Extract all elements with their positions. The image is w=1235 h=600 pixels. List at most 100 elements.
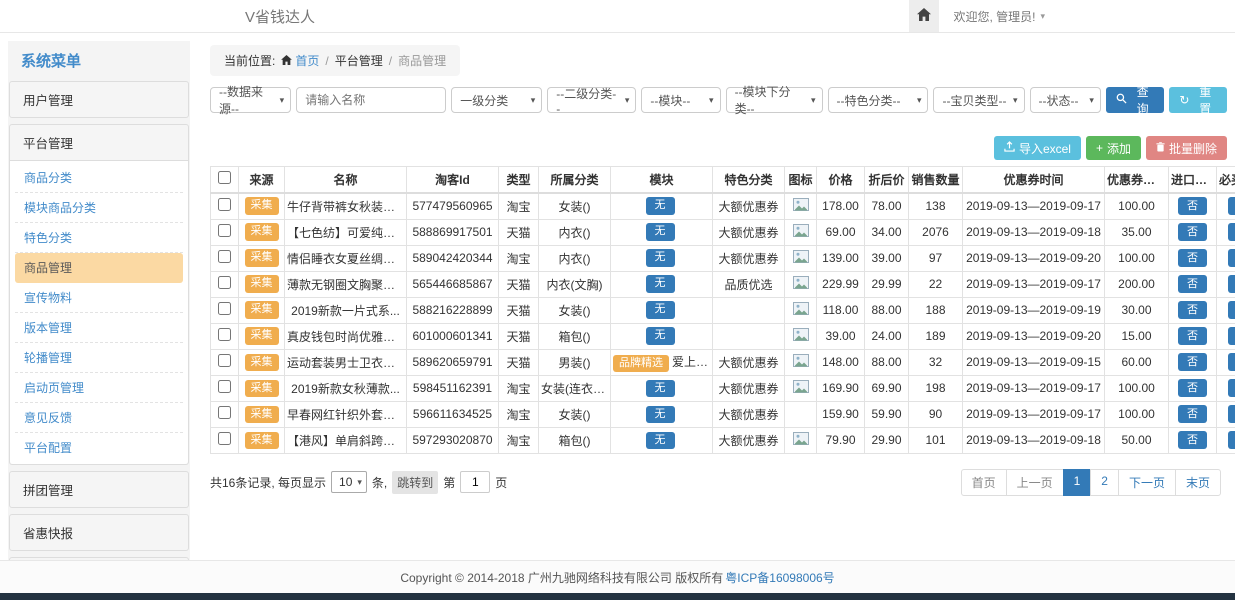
import-excel-button[interactable]: 导入excel	[994, 136, 1081, 160]
filter-level1-select[interactable]: 一级分类 ▾	[451, 87, 542, 113]
sidebar-item-platform[interactable]: 平台管理	[10, 125, 188, 160]
sidebar-item-feature-category[interactable]: 特色分类	[15, 223, 183, 253]
filter-level1-value: 一级分类	[460, 92, 508, 109]
add-button[interactable]: + 添加	[1086, 136, 1141, 160]
filter-module-select[interactable]: --模块-- ▾	[641, 87, 720, 113]
row-checkbox[interactable]	[218, 432, 231, 445]
caret-down-icon: ▾	[917, 95, 922, 106]
search-button[interactable]: 查询	[1106, 87, 1165, 113]
import-opt-toggle[interactable]: 否	[1178, 223, 1207, 241]
bottom-bar	[0, 593, 1235, 600]
pager-first[interactable]: 首页	[961, 469, 1007, 496]
filter-source-select[interactable]: --数据来源-- ▾	[210, 87, 291, 113]
must-buy-toggle[interactable]: 否	[1228, 249, 1235, 267]
taoke-id: 588216228899	[407, 297, 499, 323]
pager-next[interactable]: 下一页	[1118, 469, 1176, 496]
import-opt-toggle[interactable]: 否	[1178, 379, 1207, 397]
product-name: 早春网红针织外套女春...	[285, 401, 407, 427]
import-opt-toggle[interactable]: 否	[1178, 249, 1207, 267]
must-buy-toggle[interactable]: 否	[1228, 431, 1235, 449]
coupon-amount: 100.00	[1105, 375, 1169, 401]
filter-item-type-select[interactable]: --宝贝类型-- ▾	[933, 87, 1024, 113]
discount-price: 39.00	[865, 245, 909, 271]
sidebar-item-groupbuy[interactable]: 拼团管理	[10, 472, 188, 507]
coupon-time: 2019-09-13—2019-09-20	[963, 323, 1105, 349]
sidebar-item-module-product-category[interactable]: 模块商品分类	[15, 193, 183, 223]
import-opt-toggle[interactable]: 否	[1178, 301, 1207, 319]
feature-category: 大额优惠券	[713, 427, 785, 453]
pager-last[interactable]: 末页	[1175, 469, 1221, 496]
table-row: 采集 2019新款一片式系... 588216228899 天猫 女装() 无 …	[211, 297, 1235, 323]
name-search-input[interactable]	[296, 87, 446, 113]
must-buy-toggle[interactable]: 否	[1228, 327, 1235, 345]
row-checkbox[interactable]	[218, 224, 231, 237]
sales-count: 138	[909, 193, 963, 220]
must-buy-toggle[interactable]: 否	[1228, 379, 1235, 397]
product-category: 内衣()	[539, 219, 611, 245]
per-page-select[interactable]: 10 ▾	[331, 471, 367, 493]
breadcrumb-home-link[interactable]: 首页	[281, 52, 319, 69]
row-checkbox[interactable]	[218, 198, 231, 211]
row-checkbox[interactable]	[218, 328, 231, 341]
sidebar-item-platform-config[interactable]: 平台配置	[15, 433, 183, 462]
import-opt-toggle[interactable]: 否	[1178, 327, 1207, 345]
must-buy-toggle[interactable]: 否	[1228, 301, 1235, 319]
import-opt-toggle[interactable]: 否	[1178, 353, 1207, 371]
must-buy-toggle[interactable]: 否	[1228, 353, 1235, 371]
sidebar-group-groupbuy: 拼团管理	[9, 471, 189, 508]
discount-price: 34.00	[865, 219, 909, 245]
pager-page-1[interactable]: 1	[1063, 469, 1092, 496]
product-category: 女装()	[539, 297, 611, 323]
sidebar-item-promo-material[interactable]: 宣传物料	[15, 283, 183, 313]
must-buy-toggle[interactable]: 否	[1228, 275, 1235, 293]
module-badge: 无	[646, 223, 675, 240]
source-cell: 采集	[239, 271, 285, 297]
filter-status-select[interactable]: --状态-- ▾	[1030, 87, 1101, 113]
home-button[interactable]	[909, 0, 939, 32]
row-checkbox[interactable]	[218, 276, 231, 289]
home-icon	[917, 8, 931, 24]
module-badge: 无	[646, 406, 675, 423]
must-buy-toggle[interactable]: 否	[1228, 197, 1235, 215]
sidebar-item-carousel-management[interactable]: 轮播管理	[15, 343, 183, 373]
row-checkbox[interactable]	[218, 354, 231, 367]
table-row: 采集 早春网红针织外套女春... 596611634525 淘宝 女装() 无 …	[211, 401, 1235, 427]
welcome-text: 欢迎您, 管理员!	[953, 8, 1035, 25]
batch-delete-button[interactable]: 批量删除	[1146, 136, 1227, 160]
filter-module-sub-select[interactable]: --模块下分类-- ▾	[726, 87, 823, 113]
jump-button[interactable]: 跳转到	[392, 471, 438, 494]
sidebar-item-feedback[interactable]: 意见反馈	[15, 403, 183, 433]
import-opt-toggle[interactable]: 否	[1178, 197, 1207, 215]
must-buy-toggle[interactable]: 否	[1228, 223, 1235, 241]
discount-price: 59.90	[865, 401, 909, 427]
module-cell: 无	[611, 271, 713, 297]
sidebar-item-users[interactable]: 用户管理	[10, 82, 188, 117]
must-buy-toggle[interactable]: 否	[1228, 405, 1235, 423]
source-badge: 采集	[245, 380, 279, 397]
filter-level2-select[interactable]: --二级分类-- ▾	[547, 87, 636, 113]
pager-page-2[interactable]: 2	[1090, 469, 1119, 496]
sidebar-item-splash-management[interactable]: 启动页管理	[15, 373, 183, 403]
row-checkbox[interactable]	[218, 406, 231, 419]
sidebar-item-product-category[interactable]: 商品分类	[15, 163, 183, 193]
row-checkbox[interactable]	[218, 250, 231, 263]
discount-price: 29.90	[865, 427, 909, 453]
sidebar-item-version-management[interactable]: 版本管理	[15, 313, 183, 343]
import-opt-toggle[interactable]: 否	[1178, 431, 1207, 449]
sidebar-item-product-management[interactable]: 商品管理	[15, 253, 183, 283]
select-all-checkbox[interactable]	[218, 171, 231, 184]
sidebar-item-express[interactable]: 省惠快报	[10, 515, 188, 550]
user-menu[interactable]: 欢迎您, 管理员! ▾	[939, 0, 1235, 32]
row-checkbox[interactable]	[218, 302, 231, 315]
source-cell: 采集	[239, 245, 285, 271]
row-checkbox-cell	[211, 323, 239, 349]
filter-feature-select[interactable]: --特色分类-- ▾	[828, 87, 929, 113]
jump-page-input[interactable]	[460, 471, 490, 493]
import-opt-toggle[interactable]: 否	[1178, 405, 1207, 423]
icp-link[interactable]: 粤ICP备16098006号	[725, 569, 834, 586]
reset-button[interactable]: ↻ 重置	[1169, 87, 1227, 113]
taoke-id: 598451162391	[407, 375, 499, 401]
import-opt-toggle[interactable]: 否	[1178, 275, 1207, 293]
row-checkbox[interactable]	[218, 380, 231, 393]
pager-prev[interactable]: 上一页	[1006, 469, 1064, 496]
